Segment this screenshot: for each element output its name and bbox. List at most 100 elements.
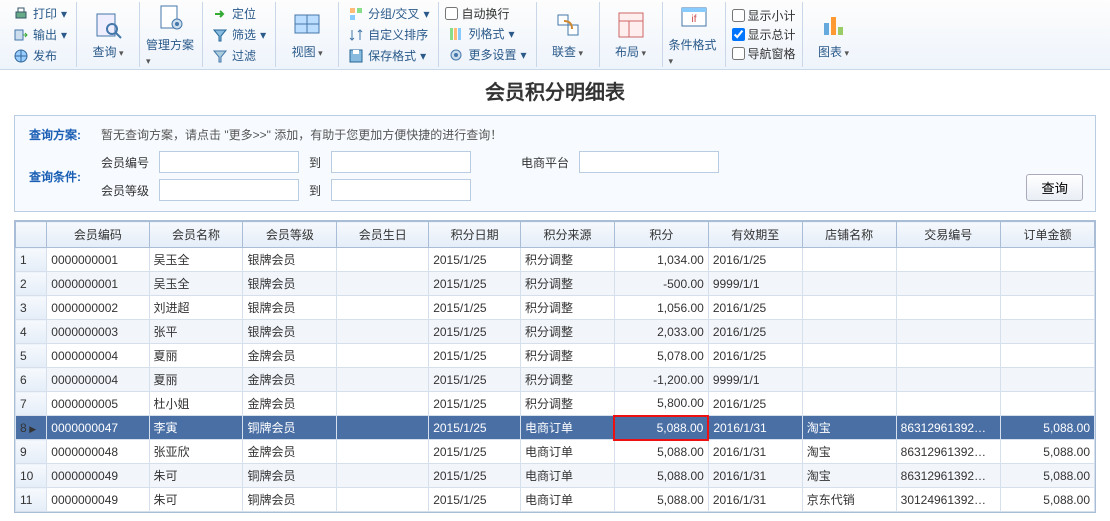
cell[interactable]: 0000000049 [47,488,149,512]
cell[interactable] [802,344,896,368]
cell[interactable]: 5,800.00 [614,392,708,416]
cell[interactable]: 86312961392… [896,416,1000,440]
cell[interactable]: 2015/1/25 [429,416,521,440]
cell[interactable] [337,368,429,392]
cell[interactable]: 0000000047 [47,416,149,440]
cell[interactable] [1000,344,1094,368]
table-row[interactable]: 20000000001吴玉全银牌会员2015/1/25积分调整-500.0099… [16,272,1095,296]
subtotal-checkbox[interactable] [732,9,745,22]
cell[interactable]: 10 [16,464,47,488]
cell[interactable]: 5,088.00 [614,488,708,512]
cell[interactable]: 0000000049 [47,464,149,488]
subtotal-check[interactable]: 显示小计 [732,7,796,24]
cell[interactable]: 1,034.00 [614,248,708,272]
cell[interactable]: 5,088.00 [1000,488,1094,512]
cell[interactable] [1000,296,1094,320]
table-row[interactable]: 100000000049朱可铜牌会员2015/1/25电商订单5,088.002… [16,464,1095,488]
cell[interactable]: 2015/1/25 [429,464,521,488]
print-menu[interactable]: 打印▾ [10,4,70,23]
cell[interactable]: 2016/1/25 [708,248,802,272]
cell[interactable]: 0000000005 [47,392,149,416]
layout-button[interactable]: 布局 [606,9,656,60]
cell[interactable] [802,272,896,296]
cell[interactable]: 铜牌会员 [243,416,337,440]
cell[interactable] [896,248,1000,272]
view-button[interactable]: 视图 [282,9,332,60]
nav-check[interactable]: 导航窗格 [732,45,796,62]
cell[interactable]: 2016/1/31 [708,464,802,488]
cell[interactable]: 金牌会员 [243,392,337,416]
autowrap-check[interactable]: 自动换行 [445,5,529,22]
cell[interactable] [337,320,429,344]
cell[interactable] [337,464,429,488]
cell[interactable] [802,248,896,272]
cell[interactable]: 5,088.00 [614,440,708,464]
cell[interactable]: 5,088.00 [1000,464,1094,488]
publish-button[interactable]: 发布 [10,46,70,65]
cell[interactable]: 2016/1/25 [708,392,802,416]
total-checkbox[interactable] [732,28,745,41]
cell[interactable]: 5,088.00 [1000,440,1094,464]
cell[interactable] [337,272,429,296]
cell[interactable]: 9 [16,440,47,464]
cell[interactable]: 吴玉全 [149,248,243,272]
nav-checkbox[interactable] [732,47,745,60]
colfmt-menu[interactable]: 列格式▾ [445,24,529,43]
table-row[interactable]: 40000000003张平银牌会员2015/1/25积分调整2,033.0020… [16,320,1095,344]
cell[interactable] [896,272,1000,296]
cell[interactable]: 电商订单 [521,464,615,488]
table-row[interactable]: 70000000005杜小姐金牌会员2015/1/25积分调整5,800.002… [16,392,1095,416]
cell[interactable]: 9999/1/1 [708,272,802,296]
table-row[interactable]: 30000000002刘进超银牌会员2015/1/25积分调整1,056.002… [16,296,1095,320]
cell[interactable]: 7 [16,392,47,416]
filter2-button[interactable]: 过滤 [209,46,269,65]
cell[interactable] [337,488,429,512]
cell[interactable]: 李寅 [149,416,243,440]
cell[interactable]: 积分调整 [521,320,615,344]
cell[interactable] [1000,320,1094,344]
cell[interactable]: 2016/1/25 [708,344,802,368]
cell[interactable]: 张平 [149,320,243,344]
export-menu[interactable]: 输出▾ [10,25,70,44]
table-row[interactable]: 10000000001吴玉全银牌会员2015/1/25积分调整1,034.002… [16,248,1095,272]
col-header[interactable]: 会员编码 [47,222,149,248]
col-header[interactable]: 店铺名称 [802,222,896,248]
cell[interactable]: -500.00 [614,272,708,296]
cell[interactable] [896,344,1000,368]
cell[interactable]: 淘宝 [802,440,896,464]
platform-input[interactable] [579,151,719,173]
cell[interactable] [337,344,429,368]
autowrap-checkbox[interactable] [445,7,458,20]
cell[interactable]: 1 [16,248,47,272]
cell[interactable]: 0000000048 [47,440,149,464]
memberno-from-input[interactable] [159,151,299,173]
total-check[interactable]: 显示总计 [732,26,796,43]
cell[interactable] [337,440,429,464]
cell[interactable]: 金牌会员 [243,368,337,392]
cell[interactable]: -1,200.00 [614,368,708,392]
chart-button[interactable]: 图表 [809,9,859,60]
cell[interactable]: 京东代销 [802,488,896,512]
cell[interactable] [1000,392,1094,416]
cell[interactable]: 11 [16,488,47,512]
cell[interactable]: 杜小姐 [149,392,243,416]
cell[interactable]: 金牌会员 [243,344,337,368]
query-submit-button[interactable]: 查询 [1026,174,1083,201]
cell[interactable]: 淘宝 [802,464,896,488]
cell[interactable]: 0000000004 [47,368,149,392]
cell[interactable]: 2 [16,272,47,296]
table-row[interactable]: 90000000048张亚欣金牌会员2015/1/25电商订单5,088.002… [16,440,1095,464]
cell[interactable]: 2016/1/25 [708,320,802,344]
cell[interactable]: 2016/1/31 [708,440,802,464]
cell[interactable]: 0000000004 [47,344,149,368]
query-button[interactable]: 查询 [83,9,133,60]
cell[interactable] [337,248,429,272]
cell[interactable] [337,296,429,320]
cell[interactable] [802,296,896,320]
cell[interactable] [1000,368,1094,392]
cell[interactable]: 电商订单 [521,440,615,464]
cell[interactable] [802,368,896,392]
cell[interactable]: 86312961392… [896,464,1000,488]
link-button[interactable]: 联查 [543,9,593,60]
cell[interactable] [802,320,896,344]
